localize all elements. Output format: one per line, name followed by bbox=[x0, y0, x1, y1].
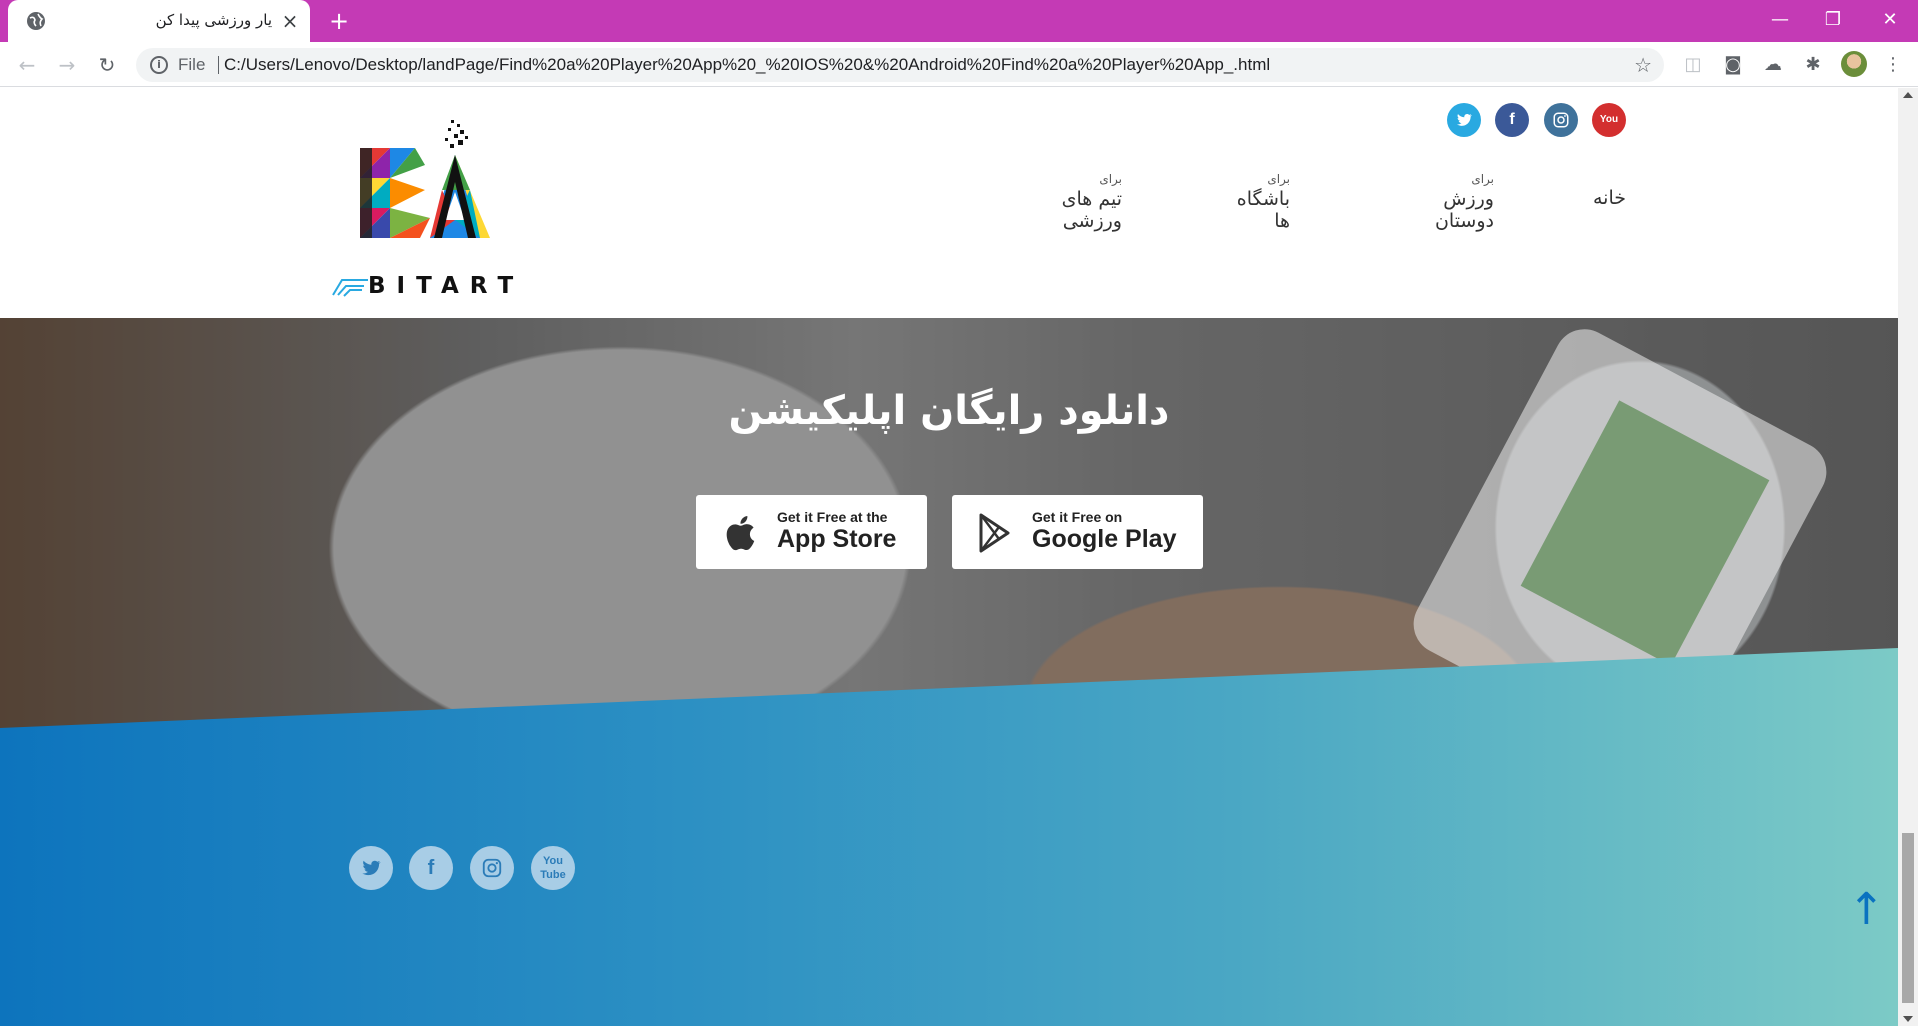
new-tab-button[interactable]: + bbox=[324, 6, 354, 36]
back-to-top-arrow-icon[interactable]: ↑ bbox=[1848, 886, 1885, 934]
forward-arrow-icon[interactable]: → bbox=[52, 50, 82, 80]
tab-title: یار ورزشی پیدا کن bbox=[155, 11, 272, 29]
reload-icon[interactable]: ↻ bbox=[92, 50, 122, 80]
browser-tab-strip: یار ورزشی پیدا کن × + — ❐ ✕ bbox=[0, 0, 1918, 42]
footer-instagram-icon[interactable] bbox=[470, 846, 514, 890]
facebook-icon[interactable]: f bbox=[1495, 103, 1529, 137]
site-header: f You خانه برای ورزش دوستان برای باشگاه … bbox=[0, 88, 1898, 318]
instagram-icon[interactable] bbox=[1544, 103, 1578, 137]
camera-icon[interactable]: ◙ bbox=[1720, 52, 1746, 78]
nav-item-label: ورزش دوستان bbox=[1434, 188, 1494, 232]
nav-item-caption: برای bbox=[1267, 172, 1290, 186]
nav-item-label: تیم های ورزشی bbox=[1061, 188, 1122, 232]
scroll-up-arrow-icon[interactable] bbox=[1903, 92, 1913, 98]
apple-icon bbox=[726, 516, 755, 551]
separator bbox=[218, 56, 219, 74]
puzzle-icon[interactable]: ✱ bbox=[1800, 52, 1826, 78]
kebab-menu-icon[interactable]: ⋮ bbox=[1880, 52, 1906, 78]
browser-tab[interactable]: یار ورزشی پیدا کن × bbox=[8, 0, 310, 42]
extension-cloud-icon[interactable]: ☁ bbox=[1760, 52, 1786, 78]
nav-item-clubs[interactable]: برای باشگاه ها bbox=[1220, 172, 1290, 232]
bitart-logo[interactable]: BITART bbox=[330, 120, 520, 300]
nav-item-sport-friends[interactable]: برای ورزش دوستان bbox=[1388, 172, 1494, 232]
app-store-caption: Get it Free at the bbox=[777, 509, 888, 525]
back-arrow-icon[interactable]: ← bbox=[12, 50, 42, 80]
nav-item-caption: برای bbox=[1471, 172, 1494, 186]
info-icon[interactable]: i bbox=[150, 56, 168, 74]
app-store-button[interactable]: Get it Free at the App Store bbox=[696, 495, 927, 569]
scrollbar-thumb[interactable] bbox=[1902, 833, 1914, 1003]
app-store-label: App Store bbox=[777, 525, 897, 553]
address-bar[interactable]: i File C:/Users/Lenovo/Desktop/landPage/… bbox=[136, 48, 1664, 82]
nav-item-label: باشگاه ها bbox=[1236, 188, 1290, 232]
url-text[interactable]: C:/Users/Lenovo/Desktop/landPage/Find%20… bbox=[224, 55, 1270, 75]
restore-icon[interactable]: ❐ bbox=[1813, 4, 1853, 36]
google-play-button[interactable]: Get it Free on Google Play bbox=[952, 495, 1203, 569]
page-scrollbar[interactable] bbox=[1898, 88, 1918, 1026]
globe-icon bbox=[27, 12, 45, 30]
google-play-icon bbox=[979, 513, 1010, 553]
scroll-down-arrow-icon[interactable] bbox=[1903, 1016, 1913, 1022]
google-play-caption: Get it Free on bbox=[1032, 509, 1123, 525]
nav-item-sport-teams[interactable]: برای تیم های ورزشی bbox=[1006, 172, 1122, 232]
browser-toolbar: ← → ↻ i File C:/Users/Lenovo/Desktop/lan… bbox=[0, 42, 1918, 87]
youtube-icon[interactable]: You bbox=[1592, 103, 1626, 137]
page-viewport: f You خانه برای ورزش دوستان برای باشگاه … bbox=[0, 88, 1898, 1026]
footer-youtube-icon[interactable]: You Tube bbox=[531, 846, 575, 890]
twitter-icon[interactable] bbox=[1447, 103, 1481, 137]
google-play-label: Google Play bbox=[1032, 525, 1177, 553]
minimize-icon[interactable]: — bbox=[1760, 4, 1800, 36]
camera-disabled-icon[interactable]: ◫ bbox=[1680, 52, 1706, 78]
profile-avatar[interactable] bbox=[1841, 51, 1867, 77]
footer-twitter-icon[interactable] bbox=[349, 846, 393, 890]
footer-facebook-icon[interactable]: f bbox=[409, 846, 453, 890]
bookmark-star-icon[interactable]: ☆ bbox=[1634, 53, 1652, 77]
close-window-icon[interactable]: ✕ bbox=[1870, 4, 1910, 36]
close-tab-icon[interactable]: × bbox=[278, 9, 302, 33]
nav-home[interactable]: خانه bbox=[1593, 187, 1626, 209]
nav-item-caption: برای bbox=[1099, 172, 1122, 186]
file-label: File bbox=[178, 55, 206, 74]
logo-text: BITART bbox=[368, 273, 520, 299]
hero-title: دانلود رایگان اپلیکیشن bbox=[728, 388, 1170, 434]
